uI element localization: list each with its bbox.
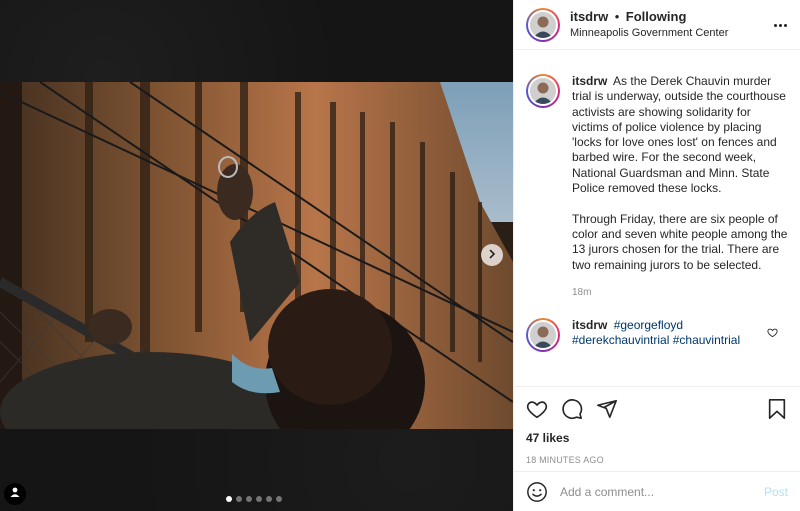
tagged-users-button[interactable]	[4, 483, 26, 505]
add-comment-input[interactable]	[560, 484, 764, 499]
carousel-dot	[236, 496, 242, 502]
author-username[interactable]: itsdrw	[570, 9, 608, 24]
more-dot	[783, 23, 787, 27]
next-slide-button[interactable]	[481, 244, 503, 266]
comment-item: itsdrw #georgefloyd #derekchauvintrial #…	[514, 300, 800, 353]
post-details-panel: itsdrw • Following Minneapolis Governmen…	[513, 0, 800, 511]
caption-author-username[interactable]: itsdrw	[572, 74, 607, 88]
post-comment-button[interactable]: Post	[764, 485, 788, 499]
post-actions: 47 likes 18 MINUTES AGO	[514, 386, 800, 465]
share-send-icon[interactable]	[596, 398, 618, 420]
media-viewer	[0, 0, 513, 511]
bookmark-icon[interactable]	[766, 398, 788, 420]
add-comment-bar: Post	[514, 471, 800, 511]
comment-bubble-icon[interactable]	[561, 398, 583, 420]
carousel-dot	[266, 496, 272, 502]
following-button[interactable]: Following	[626, 9, 687, 24]
emoji-icon[interactable]	[526, 481, 548, 503]
more-options-button[interactable]	[772, 18, 788, 32]
hashtag-link[interactable]: #georgefloyd	[614, 318, 683, 332]
caption-paragraph: itsdrw As the Derek Chauvin murder trial…	[572, 74, 788, 196]
post-timestamp[interactable]: 18 MINUTES AGO	[526, 455, 788, 465]
author-avatar[interactable]	[526, 7, 560, 42]
carousel-dot	[226, 496, 232, 502]
more-dot	[773, 23, 777, 27]
hashtag-link[interactable]: #chauvintrial	[673, 333, 740, 347]
carousel-dot	[246, 496, 252, 502]
carousel-dot	[276, 496, 282, 502]
comment-author-username[interactable]: itsdrw	[572, 318, 607, 332]
like-comment-heart-icon[interactable]	[767, 325, 778, 343]
more-dot	[778, 23, 782, 27]
like-count[interactable]: 47 likes	[526, 431, 788, 445]
caption-comment: itsdrw As the Derek Chauvin murder trial…	[514, 58, 800, 300]
like-heart-icon[interactable]	[526, 398, 548, 420]
caption-text: As the Derek Chauvin murder trial is und…	[572, 74, 786, 196]
person-icon	[9, 485, 21, 503]
photo-illustration	[0, 82, 513, 429]
follow-separator: •	[614, 8, 620, 24]
caption-paragraph-2: Through Friday, there are six people of …	[572, 211, 788, 272]
hashtag-link[interactable]: #derekchauvintrial	[572, 333, 669, 347]
chevron-right-icon	[487, 246, 497, 264]
location-link[interactable]: Minneapolis Government Center	[570, 25, 728, 41]
carousel-indicators	[226, 496, 282, 502]
post-photo[interactable]	[0, 82, 513, 429]
comments-list[interactable]: itsdrw As the Derek Chauvin murder trial…	[514, 58, 800, 388]
carousel-dot	[256, 496, 262, 502]
caption-author-avatar[interactable]	[526, 74, 560, 108]
caption-age: 18m	[572, 286, 592, 298]
post-header: itsdrw • Following Minneapolis Governmen…	[514, 0, 800, 50]
comment-author-avatar[interactable]	[526, 318, 560, 353]
